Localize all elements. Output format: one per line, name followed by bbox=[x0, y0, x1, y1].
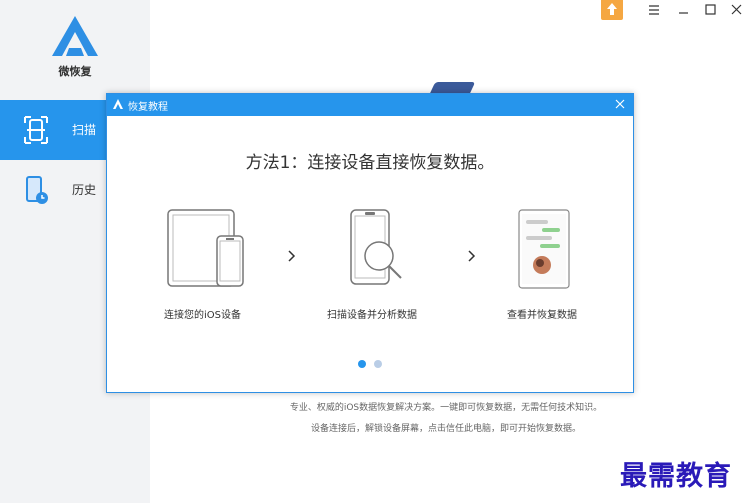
app-logo-icon bbox=[113, 99, 123, 109]
close-icon[interactable] bbox=[729, 2, 742, 18]
upload-icon bbox=[607, 3, 617, 15]
phone-history-icon bbox=[26, 176, 48, 204]
pagination-dot-active[interactable] bbox=[358, 360, 366, 368]
watermark: 最需教育 bbox=[620, 461, 732, 492]
step-label: 扫描设备并分析数据 bbox=[327, 310, 417, 321]
phone-magnifier-icon bbox=[350, 209, 402, 285]
menu-icon[interactable] bbox=[646, 2, 662, 18]
pagination-dot[interactable] bbox=[374, 360, 382, 368]
tutorial-dialog: 恢复教程 方法1：连接设备直接恢复数据。 连接您的iOS设备 扫描设备并分析数据 bbox=[106, 93, 634, 393]
instruction-text: 设备连接后，解锁设备屏幕，点击信任此电脑，即可开始恢复数据。 bbox=[310, 424, 581, 434]
dialog-header: 恢复教程 bbox=[107, 94, 633, 116]
step-label: 连接您的iOS设备 bbox=[164, 310, 241, 321]
close-icon[interactable] bbox=[614, 98, 626, 110]
app-name: 微恢复 bbox=[58, 65, 92, 78]
dialog-title: 恢复教程 bbox=[128, 102, 168, 113]
phone-chat-icon bbox=[518, 209, 570, 289]
chevron-right-icon bbox=[468, 250, 476, 262]
step-label: 查看并恢复数据 bbox=[507, 310, 577, 321]
maximize-icon[interactable] bbox=[703, 2, 719, 18]
scan-icon bbox=[24, 116, 48, 144]
sidebar-item-label: 扫描 bbox=[72, 123, 97, 137]
ipad-iphone-icon bbox=[167, 209, 244, 287]
sidebar-item-label: 历史 bbox=[72, 183, 97, 197]
app-logo-icon bbox=[52, 16, 98, 56]
dialog-heading: 方法1：连接设备直接恢复数据。 bbox=[245, 153, 495, 173]
upload-button[interactable] bbox=[601, 0, 623, 20]
chevron-right-icon bbox=[288, 250, 296, 262]
minimize-icon[interactable] bbox=[676, 2, 692, 18]
intro-text: 专业、权威的iOS数据恢复解决方案。一键即可恢复数据，无需任何技术知识。 bbox=[289, 403, 603, 413]
